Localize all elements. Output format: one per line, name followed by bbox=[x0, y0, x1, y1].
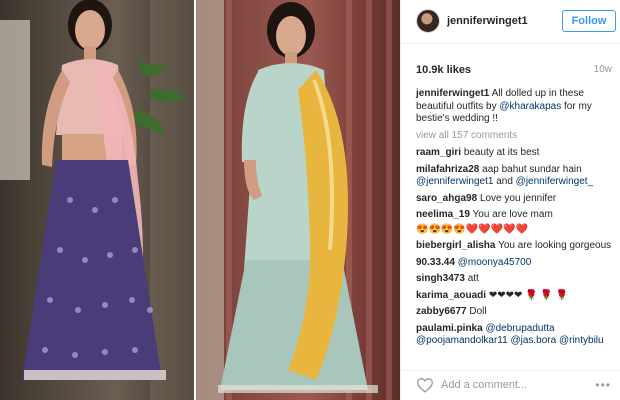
post-photo[interactable] bbox=[0, 0, 400, 400]
comment-text: and bbox=[496, 176, 513, 187]
comment-text: You are love mam bbox=[472, 209, 553, 220]
post-sidebar: jenniferwinget1 Follow 10.9k likes 10w j… bbox=[400, 0, 620, 400]
comment-username[interactable]: singh3473 bbox=[416, 273, 465, 284]
comment-username[interactable]: neelima_19 bbox=[416, 209, 470, 220]
post-age[interactable]: 10w bbox=[594, 64, 612, 75]
comment-username[interactable]: karima_aouadi bbox=[416, 290, 486, 301]
more-options-icon[interactable]: ••• bbox=[595, 378, 611, 392]
comment-text: beauty at its best bbox=[463, 147, 540, 158]
comment: raam_giri beauty at its best bbox=[416, 147, 614, 160]
comment: milafahriza28 aap bahut sundar hain @jen… bbox=[416, 164, 614, 189]
woman-in-mint-kurta-illustration bbox=[196, 0, 392, 400]
photo-left-panel bbox=[0, 0, 194, 400]
heart-icon[interactable] bbox=[416, 377, 434, 393]
post-caption: jenniferwinget1 All dolled up in these b… bbox=[416, 88, 614, 126]
comment-text: 😍😍😍😍❤️❤️❤️❤️❤️ bbox=[416, 223, 529, 235]
comment-emoji-line: 😍😍😍😍❤️❤️❤️❤️❤️ bbox=[416, 224, 614, 237]
comment-text: Love you jennifer bbox=[479, 192, 557, 204]
follow-button[interactable]: Follow bbox=[562, 10, 616, 32]
comment: karima_aouadi ❤❤❤❤ 🌹 🌹 🌹 bbox=[416, 290, 614, 303]
comment-username[interactable]: 90.33.44 bbox=[416, 257, 455, 268]
comment: saro_ahga98 Love you jennifer bbox=[416, 193, 614, 206]
comment-username[interactable]: saro_ahga98 bbox=[416, 193, 477, 204]
comment: neelima_19 You are love mam bbox=[416, 209, 614, 222]
comment-mention[interactable]: @debrupadutta bbox=[485, 323, 554, 334]
comment-text: aap bahut sundar hain bbox=[482, 163, 582, 175]
add-comment-input[interactable]: Add a comment... bbox=[441, 379, 527, 391]
likes-count[interactable]: 10.9k likes bbox=[416, 64, 471, 76]
comment-text: Doll bbox=[469, 306, 487, 317]
comment-bar: Add a comment... ••• bbox=[401, 370, 620, 400]
comment: paulami.pinka @debrupadutta bbox=[416, 323, 614, 336]
comment-username[interactable]: milafahriza28 bbox=[416, 164, 479, 175]
comment-username[interactable]: zabby6677 bbox=[416, 306, 467, 317]
comment: singh3473 att bbox=[416, 273, 614, 286]
comment-username[interactable]: raam_giri bbox=[416, 147, 461, 158]
comment: 90.33.44 @moonya45700 bbox=[416, 257, 614, 270]
view-all-comments-link[interactable]: view all 157 comments bbox=[416, 130, 614, 143]
post-header: jenniferwinget1 Follow bbox=[401, 0, 620, 44]
comment: biebergirl_alisha You are looking gorgeo… bbox=[416, 240, 614, 253]
comment: zabby6677 Doll bbox=[416, 306, 614, 319]
comment-username[interactable]: paulami.pinka bbox=[416, 323, 483, 334]
comment-mention[interactable]: @poojamandolkar11 @jas.bora @rintybilu bbox=[416, 335, 604, 346]
comment-text: att bbox=[467, 273, 479, 284]
comment-username[interactable]: biebergirl_alisha bbox=[416, 240, 495, 251]
caption-username[interactable]: jenniferwinget1 bbox=[416, 88, 489, 99]
comment-text: ❤❤❤❤ 🌹 🌹 🌹 bbox=[488, 289, 569, 301]
comments-list: jenniferwinget1 All dolled up in these b… bbox=[416, 88, 614, 352]
comment-continuation: @poojamandolkar11 @jas.bora @rintybilu bbox=[416, 335, 614, 348]
comment-mention[interactable]: @moonya45700 bbox=[458, 257, 532, 268]
woman-in-pink-lehenga-illustration bbox=[0, 0, 194, 400]
comment-mention[interactable]: @jenniferwinget_ bbox=[516, 176, 593, 187]
photo-right-panel bbox=[196, 0, 400, 400]
avatar[interactable] bbox=[416, 9, 440, 33]
caption-mention[interactable]: @kharakapas bbox=[499, 101, 561, 112]
comment-text: You are looking gorgeous bbox=[498, 240, 612, 251]
post-username[interactable]: jenniferwinget1 bbox=[447, 15, 528, 27]
comment-mention[interactable]: @jenniferwinget1 bbox=[416, 176, 493, 187]
